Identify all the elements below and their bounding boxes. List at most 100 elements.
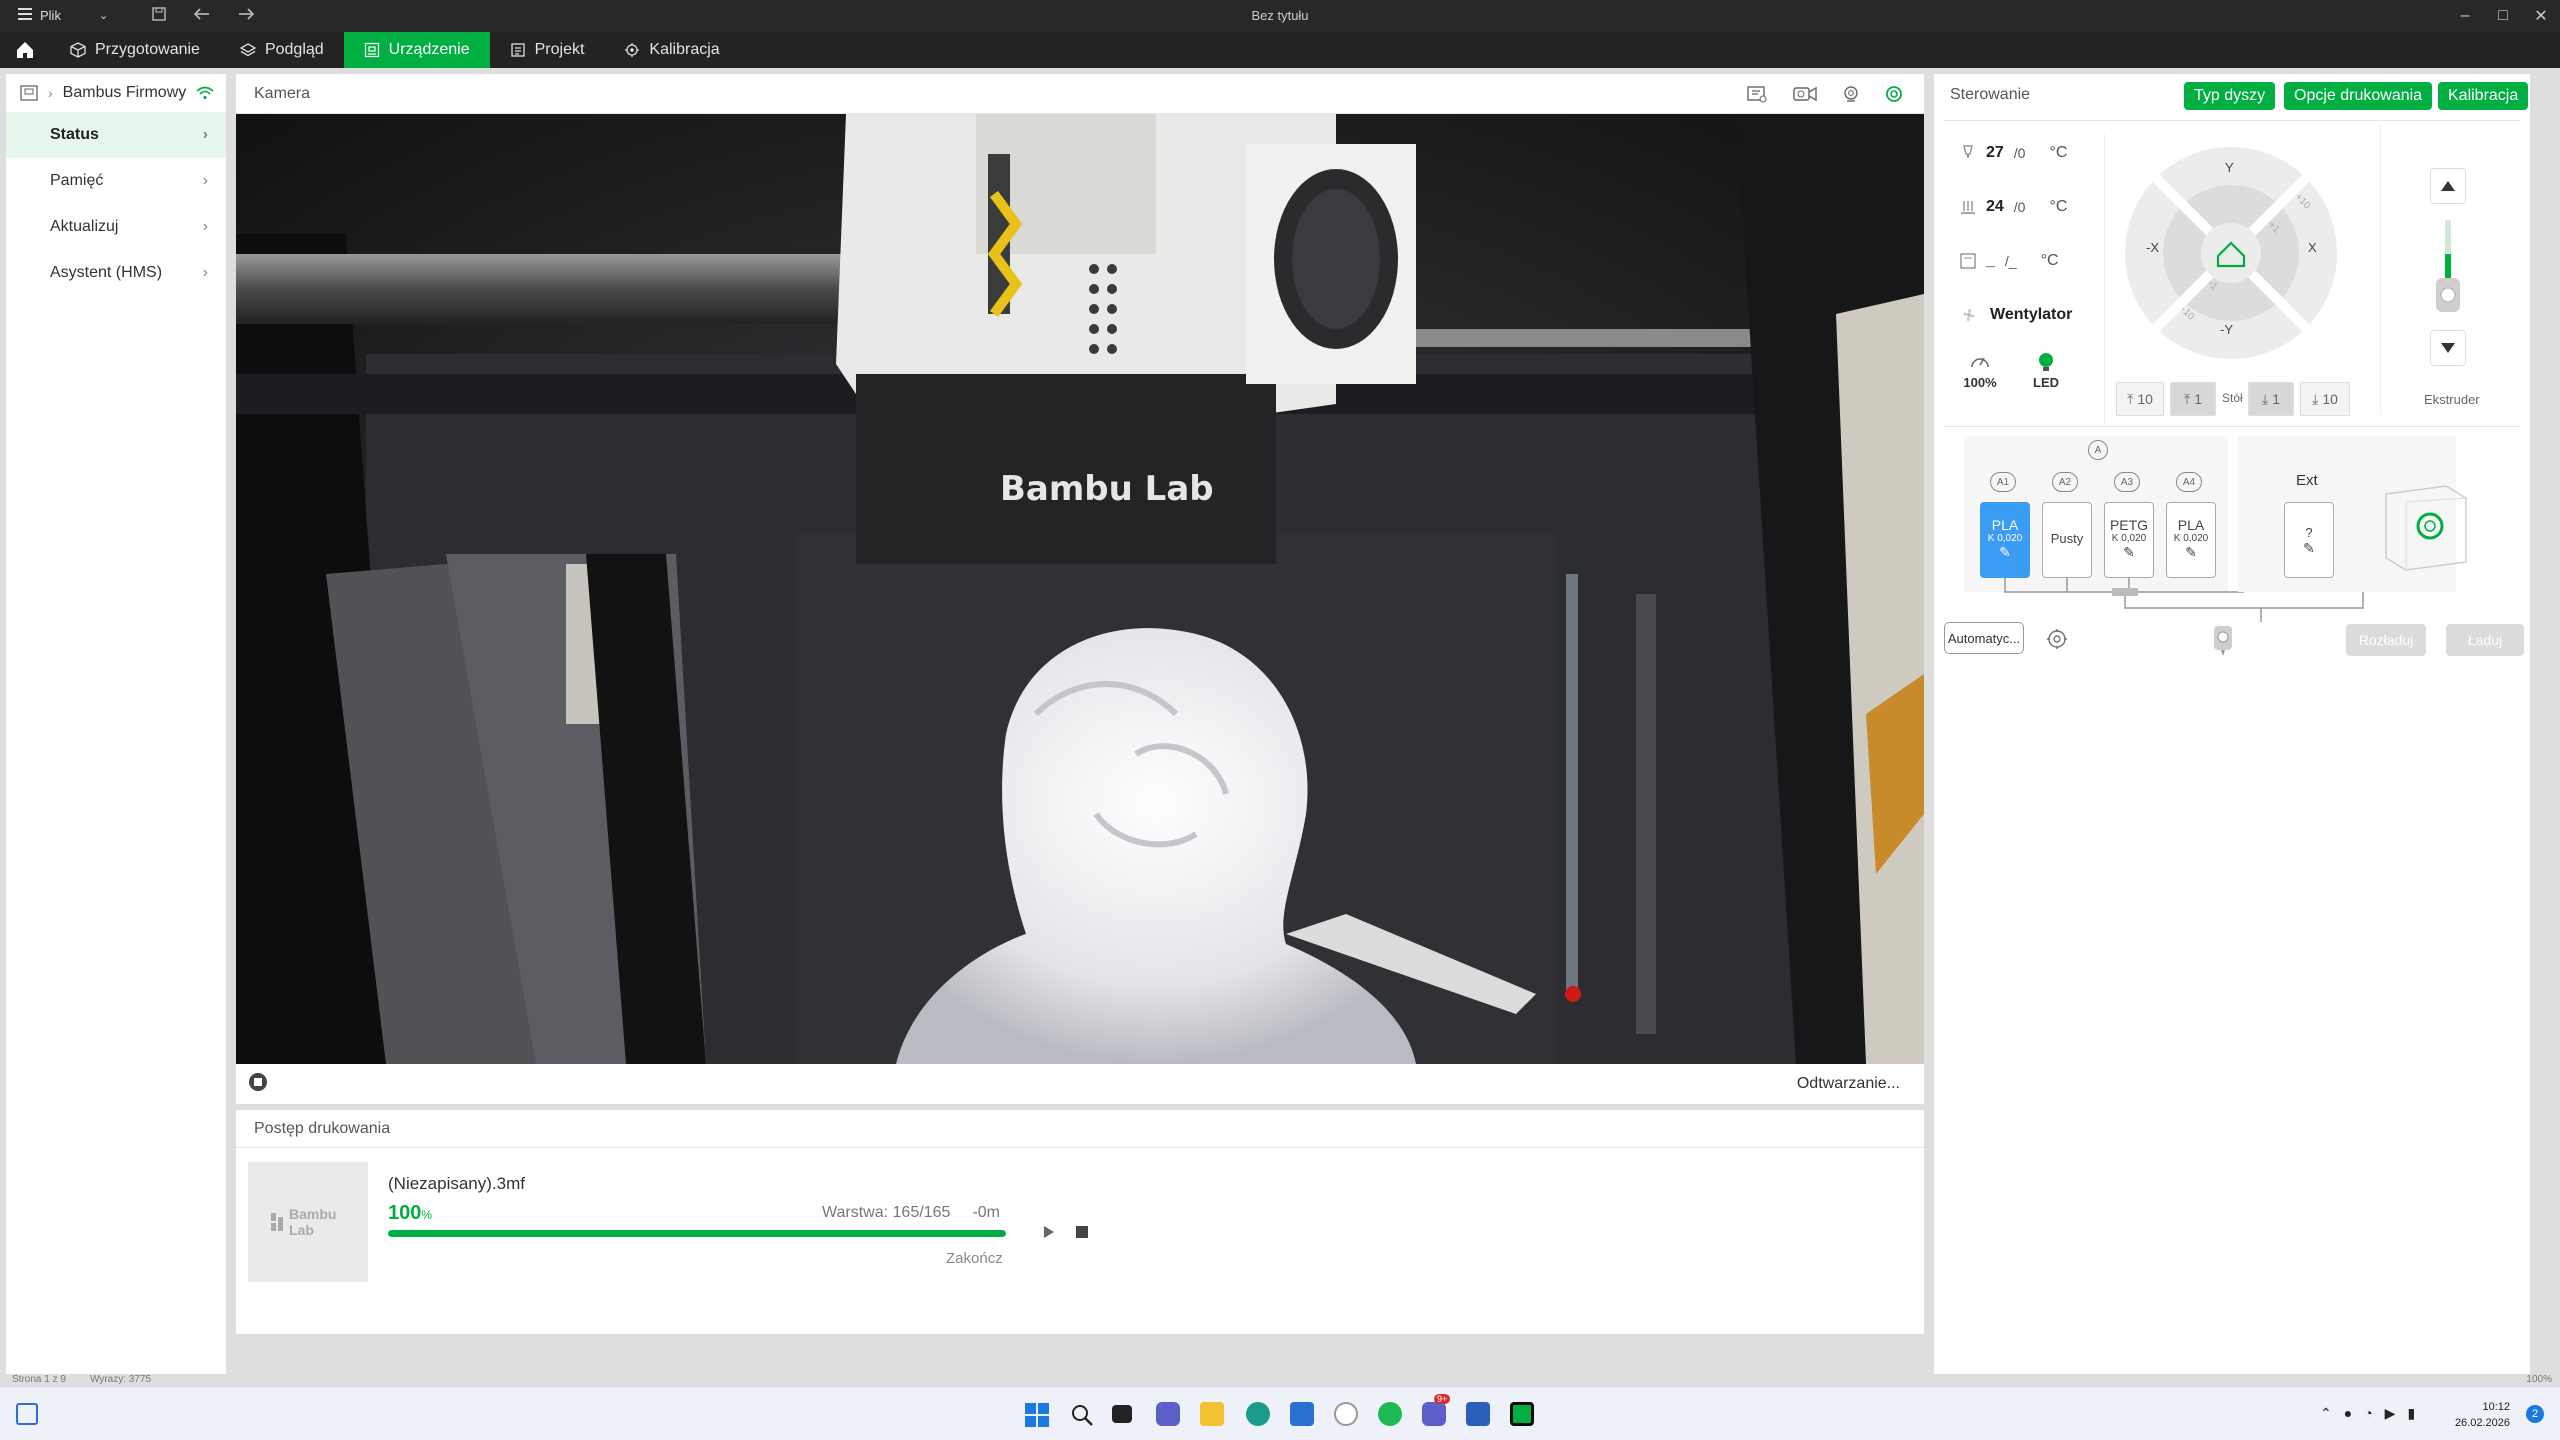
- volume-icon[interactable]: ▶: [2385, 1405, 2396, 1422]
- word-icon[interactable]: [1466, 1402, 1490, 1426]
- extruder-down-button[interactable]: [2430, 330, 2466, 366]
- jog-x-minus[interactable]: -X: [2146, 240, 2159, 255]
- battery-icon[interactable]: ▮: [2407, 1405, 2415, 1422]
- camera-feed[interactable]: Bambu Lab: [236, 114, 1924, 1064]
- print-options-button[interactable]: Opcje drukowania: [2284, 82, 2433, 110]
- edge-icon[interactable]: [1246, 1402, 1270, 1426]
- fan-row[interactable]: Wentylator: [1960, 306, 2072, 324]
- tab-device[interactable]: Urządzenie: [343, 32, 490, 68]
- bed-temp-target: /0: [2013, 199, 2026, 215]
- triangle-up-icon: [2441, 181, 2455, 191]
- webcam-icon[interactable]: [1842, 85, 1860, 103]
- app-icon[interactable]: [1334, 1402, 1358, 1426]
- load-button[interactable]: Ładuj: [2446, 624, 2524, 656]
- file-explorer-icon[interactable]: [1200, 1402, 1224, 1426]
- sidebar-item-status[interactable]: Status ›: [6, 112, 226, 158]
- slot-k-value: K 0,020: [2173, 533, 2209, 544]
- windows-taskbar: 9+ ⌃ ● ◔ ▶ ▮ 10:12 26.02.2026 2: [0, 1386, 2560, 1440]
- edit-pencil-icon[interactable]: ✎: [2105, 544, 2153, 561]
- ams-slot-a1[interactable]: PLA K 0,020 ✎: [1980, 502, 2030, 578]
- search-icon[interactable]: [1070, 1403, 1094, 1427]
- calibration-button[interactable]: Kalibracja: [2438, 82, 2529, 110]
- edit-pencil-icon[interactable]: ✎: [2167, 544, 2215, 561]
- sidebar-item-hms[interactable]: Asystent (HMS) ›: [6, 250, 226, 296]
- arrow-down-bar-icon: ⤓: [2312, 390, 2319, 407]
- extruder-graphic: [2436, 220, 2460, 312]
- chamber-temp-current: _: [1986, 252, 1995, 269]
- sd-card-icon[interactable]: [1746, 85, 1768, 103]
- unload-button[interactable]: Rozładuj: [2346, 624, 2426, 656]
- led-toggle[interactable]: LED: [2026, 352, 2066, 390]
- chamber-temp-row[interactable]: _ /_ °C: [1960, 252, 2059, 270]
- home-button[interactable]: [0, 32, 50, 68]
- task-view-icon[interactable]: [1112, 1405, 1132, 1423]
- device-icon: [364, 42, 379, 58]
- sidebar-item-storage[interactable]: Pamięć ›: [6, 158, 226, 204]
- notification-badge[interactable]: 2: [2526, 1405, 2544, 1423]
- jog-y-plus[interactable]: Y: [2225, 160, 2234, 175]
- store-icon[interactable]: [1290, 1402, 1314, 1426]
- ams-slot-a4[interactable]: PLA K 0,020 ✎: [2166, 502, 2216, 578]
- wifi-icon[interactable]: ◔: [2364, 1405, 2372, 1422]
- tab-prepare[interactable]: Przygotowanie: [50, 32, 220, 68]
- jog-y-minus[interactable]: -Y: [2220, 322, 2233, 337]
- tab-preview[interactable]: Podgląd: [220, 32, 344, 68]
- maximize-icon[interactable]: □: [2484, 0, 2522, 32]
- auto-refill-button[interactable]: Automatyc...: [1944, 622, 2024, 654]
- bed-up-1-button[interactable]: ⤒ 1: [2170, 382, 2216, 416]
- tab-calibration[interactable]: Kalibracja: [604, 32, 739, 68]
- ams-settings-icon[interactable]: [2046, 628, 2068, 650]
- jog-x-plus[interactable]: X: [2308, 240, 2317, 255]
- triangle-down-icon: [2441, 343, 2455, 353]
- edit-pencil-icon[interactable]: ✎: [1981, 544, 2029, 561]
- zoom-level: 100%: [2526, 1374, 2552, 1385]
- camera-settings-icon[interactable]: [1884, 84, 1904, 104]
- playback-status: Odtwarzanie...: [1796, 1075, 1900, 1092]
- video-record-icon[interactable]: [1792, 85, 1818, 103]
- play-icon[interactable]: [1042, 1225, 1056, 1239]
- ams-slot-a2[interactable]: Pusty: [2042, 502, 2092, 578]
- main-tab-bar: Przygotowanie Podgląd Urządzenie Projekt…: [0, 32, 2560, 68]
- extruder-up-button[interactable]: [2430, 168, 2466, 204]
- slot-material: PLA: [1991, 517, 2019, 533]
- chamber-temp-icon: [1960, 253, 1976, 269]
- slot-material: Pusty: [2050, 531, 2084, 546]
- speed-gauge-icon: [1971, 357, 1989, 368]
- tab-project[interactable]: Projekt: [490, 32, 605, 68]
- cube-icon: [70, 42, 86, 58]
- spotify-icon[interactable]: [1378, 1402, 1402, 1426]
- chat-icon[interactable]: [1156, 1402, 1180, 1426]
- windows-start-icon[interactable]: [1025, 1403, 1049, 1427]
- widgets-icon[interactable]: [16, 1403, 38, 1425]
- sidebar-item-label: Pamięć: [50, 172, 104, 189]
- bed-down-1-button[interactable]: ⤓ 1: [2248, 382, 2294, 416]
- edit-pencil-icon[interactable]: ✎: [2285, 540, 2333, 557]
- close-icon[interactable]: ✕: [2522, 0, 2560, 32]
- chevron-up-icon[interactable]: ⌃: [2320, 1405, 2332, 1422]
- layer-info: Warstwa: 165/165 -0m: [822, 1204, 1000, 1222]
- progress-header: Postęp drukowania: [236, 1110, 1924, 1148]
- bed-up-10-button[interactable]: ⤒ 10: [2116, 382, 2164, 416]
- device-selector[interactable]: › Bambus Firmowy: [6, 74, 226, 112]
- jog-home-button[interactable]: [2212, 234, 2250, 272]
- teams-icon[interactable]: 9+: [1422, 1394, 1451, 1426]
- stop-icon[interactable]: [1076, 1226, 1088, 1238]
- speed-control[interactable]: 100%: [1960, 352, 2000, 390]
- network-icon[interactable]: ●: [2344, 1405, 2352, 1422]
- clock[interactable]: 10:12 26.02.2026: [2450, 1399, 2510, 1431]
- sidebar-item-update[interactable]: Aktualizuj ›: [6, 204, 226, 250]
- nozzle-type-button[interactable]: Typ dyszy: [2184, 82, 2276, 110]
- sidebar-item-label: Asystent (HMS): [50, 264, 163, 281]
- nozzle-temp-row[interactable]: 27 /0 °C: [1960, 144, 2067, 162]
- separator-mid: [1944, 426, 2520, 427]
- ext-slot[interactable]: ? ✎: [2284, 502, 2334, 578]
- ams-slot-a3[interactable]: PETG K 0,020 ✎: [2104, 502, 2154, 578]
- stop-recording-button[interactable]: [248, 1072, 268, 1097]
- bed-down-10-button[interactable]: ⤓ 10: [2300, 382, 2350, 416]
- bambu-studio-icon[interactable]: [1510, 1402, 1534, 1426]
- bed-temp-row[interactable]: 24 /0 °C: [1960, 198, 2067, 216]
- separator-vertical-2: [2380, 124, 2381, 414]
- minimize-icon[interactable]: –: [2446, 0, 2484, 32]
- chevron-right-icon: ›: [202, 172, 208, 189]
- system-tray[interactable]: ⌃ ● ◔ ▶ ▮: [2320, 1405, 2415, 1422]
